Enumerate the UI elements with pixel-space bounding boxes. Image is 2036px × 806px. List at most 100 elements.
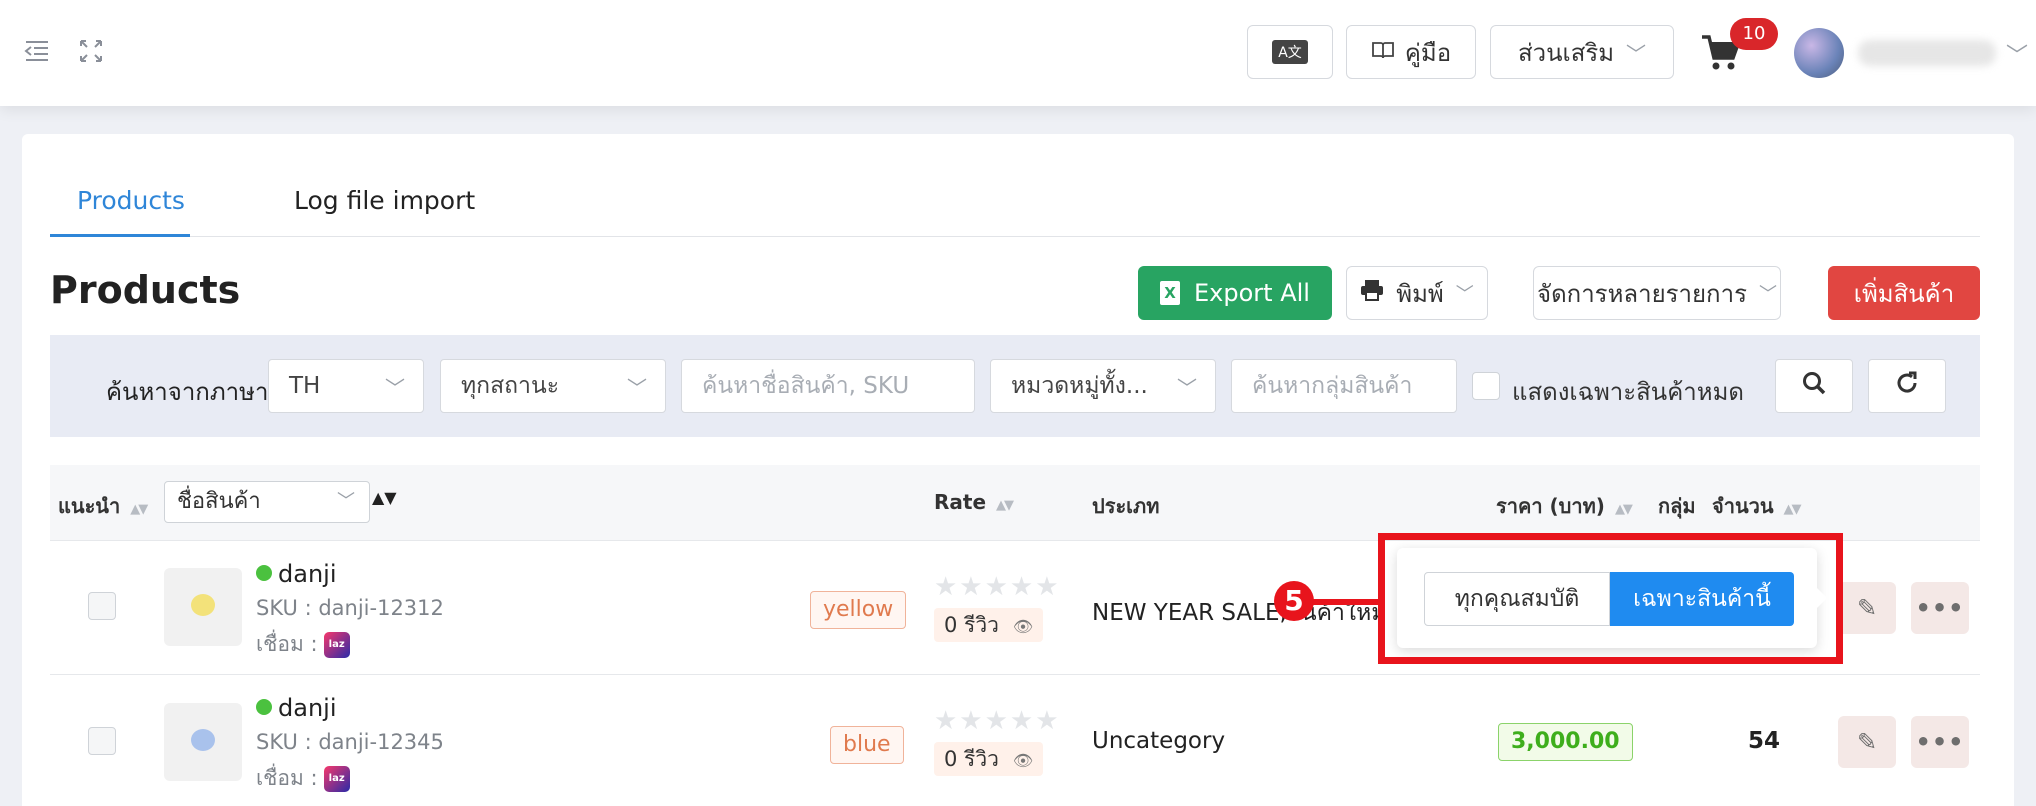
review-count-text: 0 รีวิว	[944, 613, 999, 637]
refresh-button[interactable]	[1868, 359, 1946, 413]
review-count-text: 0 รีวิว	[944, 747, 999, 771]
col-category: ประเภท	[1092, 494, 1160, 518]
status-select[interactable]: ทุกสถานะ ﹀	[440, 359, 666, 413]
chevron-down-icon: ﹀	[1455, 284, 1474, 305]
manual-button[interactable]: คู่มือ	[1346, 25, 1476, 79]
more-actions-button[interactable]: •••	[1911, 716, 1969, 768]
active-status-dot	[256, 699, 272, 715]
category-select[interactable]: หมวดหมู่ทั้ง... ﹀	[990, 359, 1216, 413]
row-divider	[50, 674, 1980, 675]
print-label: พิมพ์	[1396, 279, 1444, 308]
fullscreen-icon[interactable]	[76, 36, 106, 66]
product-name[interactable]: danji	[256, 560, 337, 588]
col-recommend-label: แนะนำ	[58, 494, 121, 518]
name-sort-icon[interactable]: ▲▼	[372, 488, 397, 507]
rating-stars: ★★★★★	[934, 572, 1061, 602]
variant-tag: yellow	[810, 591, 907, 629]
refresh-icon	[1894, 370, 1920, 403]
bulk-manage-dropdown[interactable]: จัดการหลายรายการ ﹀	[1533, 266, 1781, 320]
product-category: Uncategory	[1092, 728, 1226, 754]
export-label: Export All	[1194, 279, 1310, 307]
annotation-highlight-box	[1378, 533, 1843, 664]
product-name-text: danji	[278, 694, 337, 722]
active-status-dot	[256, 565, 272, 581]
pencil-icon: ✎	[1856, 728, 1878, 756]
review-count[interactable]: 0 รีวิว 👁	[934, 608, 1044, 642]
product-name[interactable]: danji	[256, 694, 337, 722]
page-title: Products	[50, 268, 241, 312]
product-name-text: danji	[278, 560, 337, 588]
chevron-down-icon: ﹀	[385, 375, 405, 400]
printer-icon	[1360, 279, 1384, 307]
row-checkbox[interactable]	[88, 592, 116, 620]
book-icon	[1371, 38, 1395, 66]
chevron-down-icon: ﹀	[1626, 41, 1647, 66]
chevron-down-icon: ﹀	[337, 491, 355, 512]
rating-stars: ★★★★★	[934, 706, 1061, 736]
active-tab-indicator	[50, 234, 190, 237]
chevron-down-icon: ﹀	[627, 375, 647, 400]
translate-icon: A文	[1272, 40, 1308, 64]
sort-icon: ▲▼	[130, 502, 148, 517]
edit-button[interactable]: ✎	[1838, 582, 1896, 634]
tabs-divider	[50, 236, 1980, 237]
lazada-icon: laz	[323, 632, 350, 658]
username-blurred[interactable]	[1858, 40, 1996, 66]
bulk-label: จัดการหลายรายการ	[1537, 279, 1747, 308]
name-column-select[interactable]: ชื่อสินค้า ﹀	[164, 481, 370, 523]
menu-collapse-icon[interactable]	[22, 36, 52, 66]
col-rate[interactable]: Rate ▲▼	[934, 490, 1014, 514]
tab-products[interactable]: Products	[77, 186, 185, 215]
pencil-icon: ✎	[1856, 594, 1878, 622]
product-thumbnail[interactable]	[164, 703, 242, 781]
product-price[interactable]: 3,000.00	[1498, 723, 1633, 761]
chevron-down-icon: ﹀	[1177, 375, 1197, 400]
sort-icon: ▲▼	[1783, 502, 1802, 517]
add-product-button[interactable]: เพิ่มสินค้า	[1828, 266, 1980, 320]
annotation-step-number: 5	[1274, 581, 1314, 621]
addons-dropdown[interactable]: ส่วนเสริม ﹀	[1490, 25, 1674, 79]
col-price-label: ราคา (บาท)	[1496, 494, 1605, 518]
search-icon	[1801, 370, 1827, 403]
edit-button[interactable]: ✎	[1838, 716, 1896, 768]
status-value: ทุกสถานะ	[461, 373, 560, 399]
eye-icon: 👁	[1012, 751, 1034, 770]
language-value: TH	[289, 373, 321, 399]
search-button[interactable]	[1775, 359, 1853, 413]
review-count[interactable]: 0 รีวิว 👁	[934, 742, 1044, 776]
language-select[interactable]: TH ﹀	[268, 359, 424, 413]
linked-label: เชื่อม :	[256, 632, 318, 656]
linked-channels: เชื่อม : laz	[256, 628, 350, 661]
col-price[interactable]: ราคา (บาท) ▲▼	[1496, 490, 1633, 522]
product-quantity: 54	[1748, 728, 1781, 754]
col-qty[interactable]: จำนวน ▲▼	[1712, 490, 1802, 522]
eye-icon: 👁	[1012, 617, 1034, 636]
group-search-input[interactable]: ค้นหากลุ่มสินค้า	[1231, 359, 1457, 413]
row-checkbox[interactable]	[88, 727, 116, 755]
tab-log-file-import[interactable]: Log file import	[294, 186, 475, 215]
more-icon: •••	[1915, 728, 1965, 756]
product-thumbnail[interactable]	[164, 568, 242, 646]
avatar[interactable]	[1794, 28, 1844, 78]
out-of-stock-label: แสดงเฉพาะสินค้าหมด	[1512, 378, 1744, 406]
product-sku: SKU : danji-12312	[256, 596, 444, 620]
product-image	[191, 594, 215, 616]
variant-tag: blue	[830, 726, 904, 764]
sort-icon: ▲▼	[996, 498, 1014, 513]
linked-channels: เชื่อม : laz	[256, 762, 350, 795]
product-search-input[interactable]: ค้นหาชื่อสินค้า, SKU	[681, 359, 975, 413]
out-of-stock-checkbox[interactable]	[1472, 372, 1500, 400]
translate-button[interactable]: A文	[1247, 25, 1333, 79]
manual-label: คู่มือ	[1404, 38, 1452, 67]
category-value: หมวดหมู่ทั้ง...	[1011, 373, 1148, 399]
chevron-down-icon: ﹀	[1758, 284, 1777, 305]
product-image	[191, 729, 215, 751]
linked-label: เชื่อม :	[256, 766, 318, 790]
print-dropdown[interactable]: พิมพ์ ﹀	[1346, 266, 1488, 320]
col-qty-label: จำนวน	[1712, 494, 1774, 518]
chevron-down-icon[interactable]: ﹀	[2006, 38, 2028, 70]
export-all-button[interactable]: X Export All	[1138, 266, 1332, 320]
col-recommend[interactable]: แนะนำ ▲▼	[58, 490, 148, 522]
more-icon: •••	[1915, 594, 1965, 622]
more-actions-button[interactable]: •••	[1911, 582, 1969, 634]
